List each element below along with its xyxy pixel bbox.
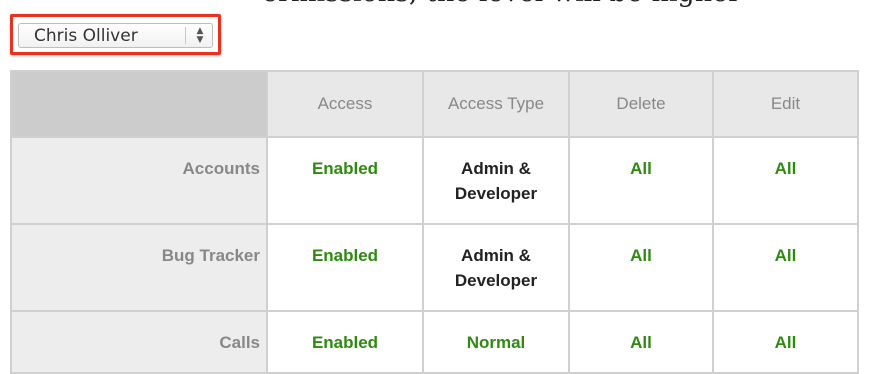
module-name: Bug Tracker (10, 223, 268, 312)
edit-cell[interactable]: All (712, 310, 859, 374)
delete-cell[interactable]: All (568, 223, 714, 312)
access-cell[interactable]: Enabled (266, 310, 424, 374)
header-delete: Delete (568, 70, 714, 138)
module-name: Accounts (10, 136, 268, 225)
header-corner-cell (10, 70, 268, 138)
table-header-row: Access Access Type Delete Edit (10, 70, 859, 138)
user-select-value: Chris Olliver (34, 26, 138, 46)
access-cell[interactable]: Enabled (266, 136, 424, 225)
page-header-text: ermissions, the level will be higher (262, 0, 885, 8)
module-name: Calls (10, 310, 268, 374)
delete-cell[interactable]: All (568, 136, 714, 225)
access-cell[interactable]: Enabled (266, 223, 424, 312)
access-type-cell[interactable]: Normal (422, 310, 570, 374)
delete-cell[interactable]: All (568, 310, 714, 374)
table-row: Accounts Enabled Admin & Developer All A… (10, 136, 859, 225)
access-permissions-table: Access Access Type Delete Edit Accounts … (10, 70, 859, 374)
access-type-cell[interactable]: Admin & Developer (422, 136, 570, 225)
updown-arrows-icon: ▲ ▼ (196, 25, 204, 45)
header-edit: Edit (712, 70, 859, 138)
header-access: Access (266, 70, 424, 138)
user-select-highlight: Chris Olliver ▲ ▼ (10, 14, 221, 55)
edit-cell[interactable]: All (712, 136, 859, 225)
access-type-cell[interactable]: Admin & Developer (422, 223, 570, 312)
table-row: Bug Tracker Enabled Admin & Developer Al… (10, 223, 859, 312)
user-select-divider (185, 27, 186, 44)
table-row: Calls Enabled Normal All All (10, 310, 859, 374)
header-access-type: Access Type (422, 70, 570, 138)
user-select[interactable]: Chris Olliver ▲ ▼ (18, 23, 213, 48)
edit-cell[interactable]: All (712, 223, 859, 312)
